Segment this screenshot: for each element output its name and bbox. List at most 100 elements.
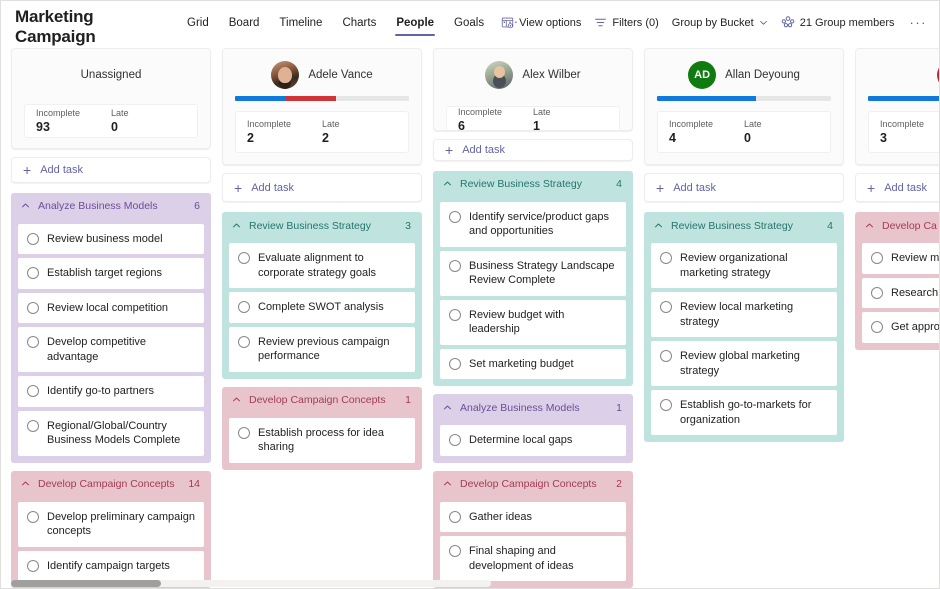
task-complete-checkbox[interactable] (238, 301, 250, 313)
task-complete-checkbox[interactable] (449, 358, 461, 370)
collapse-caret-icon[interactable] (654, 217, 663, 235)
task-card[interactable]: Review ma campaign (862, 243, 939, 274)
add-task-button[interactable]: +Add task (11, 157, 211, 182)
task-card[interactable]: Identify go-to partners (18, 376, 204, 407)
person-summary-card[interactable]: UnassignedIncomplete93Late0 (11, 48, 211, 149)
task-complete-checkbox[interactable] (27, 336, 39, 348)
person-summary-card[interactable]: BJIncomplete3 (855, 48, 939, 165)
task-complete-checkbox[interactable] (449, 260, 461, 272)
task-complete-checkbox[interactable] (660, 252, 672, 264)
task-complete-checkbox[interactable] (449, 545, 461, 557)
avatar[interactable]: AD (688, 61, 716, 89)
task-card[interactable]: Final shaping and development of ideas (440, 536, 626, 581)
collapse-caret-icon[interactable] (865, 217, 874, 235)
bucket-header[interactable]: Develop Campaign Concepts14 (18, 471, 204, 498)
task-complete-checkbox[interactable] (449, 511, 461, 523)
task-complete-checkbox[interactable] (871, 252, 883, 264)
task-complete-checkbox[interactable] (27, 420, 39, 432)
task-card[interactable]: Set marketing budget (440, 349, 626, 380)
collapse-caret-icon[interactable] (443, 475, 452, 493)
task-card[interactable]: Review organizational marketing strategy (651, 243, 837, 288)
person-summary-card[interactable]: Adele VanceIncomplete2Late2 (222, 48, 422, 165)
progress-segment-inprogress (868, 96, 939, 101)
view-options-button[interactable]: View options (501, 16, 581, 29)
task-card[interactable]: Business Strategy Landscape Review Compl… (440, 251, 626, 296)
add-task-button[interactable]: +Add task (855, 173, 939, 202)
collapse-caret-icon[interactable] (21, 197, 30, 215)
task-card[interactable]: Evaluate alignment to corporate strategy… (229, 243, 415, 288)
bucket-header[interactable]: Develop Ca (862, 212, 939, 239)
task-card[interactable]: Review previous campaign performance (229, 327, 415, 372)
task-card[interactable]: Determine local gaps (440, 425, 626, 456)
bucket-header[interactable]: Review Business Strategy3 (229, 212, 415, 239)
task-complete-checkbox[interactable] (27, 560, 39, 572)
task-complete-checkbox[interactable] (449, 211, 461, 223)
add-task-button[interactable]: +Add task (644, 173, 844, 202)
task-card[interactable]: Establish target regions (18, 258, 204, 289)
task-complete-checkbox[interactable] (27, 385, 39, 397)
task-card[interactable]: Establish go-to-markets for organization (651, 390, 837, 435)
collapse-caret-icon[interactable] (443, 175, 452, 193)
task-complete-checkbox[interactable] (449, 434, 461, 446)
bucket-header[interactable]: Review Business Strategy4 (440, 171, 626, 198)
task-card[interactable]: Identify service/product gaps and opport… (440, 202, 626, 247)
bucket-header[interactable]: Develop Campaign Concepts1 (229, 387, 415, 414)
task-card[interactable]: Review budget with leadership (440, 300, 626, 345)
person-summary-card[interactable]: ADAllan DeyoungIncomplete4Late0 (644, 48, 844, 165)
task-title: Establish go-to-markets for organization (680, 398, 828, 427)
tab-charts[interactable]: Charts (332, 15, 386, 36)
bucket-header[interactable]: Review Business Strategy4 (651, 212, 837, 239)
tab-goals[interactable]: Goals (444, 15, 494, 36)
group-by-button[interactable]: Group by Bucket (672, 17, 768, 29)
add-task-button[interactable]: +Add task (433, 139, 633, 160)
tab-grid[interactable]: Grid (177, 15, 219, 36)
task-complete-checkbox[interactable] (660, 350, 672, 362)
task-card[interactable]: Review business model (18, 224, 204, 255)
task-complete-checkbox[interactable] (238, 427, 250, 439)
task-card[interactable]: Complete SWOT analysis (229, 292, 415, 323)
add-task-button[interactable]: +Add task (222, 173, 422, 202)
collapse-caret-icon[interactable] (21, 475, 30, 493)
task-complete-checkbox[interactable] (449, 309, 461, 321)
tab-board[interactable]: Board (219, 15, 270, 36)
avatar[interactable] (485, 61, 513, 89)
task-complete-checkbox[interactable] (27, 511, 39, 523)
task-card[interactable]: Get appro (862, 312, 939, 343)
group-members-button[interactable]: 21 Group members (781, 16, 895, 29)
task-card[interactable]: Identify campaign targets (18, 551, 204, 582)
avatar[interactable] (271, 61, 299, 89)
task-card[interactable]: Gather ideas (440, 502, 626, 533)
task-card[interactable]: Review global marketing strategy (651, 341, 837, 386)
bucket-header[interactable]: Analyze Business Models1 (440, 394, 626, 421)
task-card[interactable]: Review local marketing strategy (651, 292, 837, 337)
scrollbar-thumb[interactable] (11, 580, 161, 587)
filters-button[interactable]: Filters (0) (594, 16, 658, 29)
bucket-name: Analyze Business Models (460, 402, 608, 414)
task-card[interactable]: Develop preliminary campaign concepts (18, 502, 204, 547)
collapse-caret-icon[interactable] (232, 217, 241, 235)
horizontal-scrollbar[interactable] (11, 580, 491, 587)
task-complete-checkbox[interactable] (660, 301, 672, 313)
task-complete-checkbox[interactable] (238, 336, 250, 348)
collapse-caret-icon[interactable] (443, 399, 452, 417)
toolbar-overflow-button[interactable]: ··· (908, 15, 928, 30)
task-complete-checkbox[interactable] (27, 302, 39, 314)
avatar[interactable]: BJ (937, 61, 940, 89)
bucket-header[interactable]: Develop Campaign Concepts2 (440, 471, 626, 498)
tab-people[interactable]: People (386, 15, 444, 36)
tab-timeline[interactable]: Timeline (269, 15, 332, 36)
task-complete-checkbox[interactable] (27, 233, 39, 245)
task-card[interactable]: Review local competition (18, 293, 204, 324)
task-complete-checkbox[interactable] (660, 399, 672, 411)
task-complete-checkbox[interactable] (27, 267, 39, 279)
task-card[interactable]: Establish process for idea sharing (229, 418, 415, 463)
person-summary-card[interactable]: Alex WilberIncomplete6Late1 (433, 48, 633, 131)
task-card[interactable]: Develop competitive advantage (18, 327, 204, 372)
task-complete-checkbox[interactable] (871, 287, 883, 299)
task-card[interactable]: Research r (862, 278, 939, 309)
task-complete-checkbox[interactable] (871, 321, 883, 333)
task-complete-checkbox[interactable] (238, 252, 250, 264)
bucket-header[interactable]: Analyze Business Models6 (18, 193, 204, 220)
task-card[interactable]: Regional/Global/Country Business Models … (18, 411, 204, 456)
collapse-caret-icon[interactable] (232, 391, 241, 409)
